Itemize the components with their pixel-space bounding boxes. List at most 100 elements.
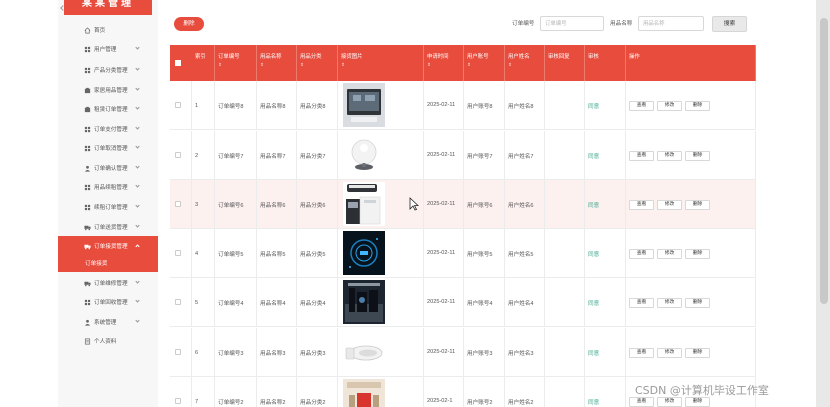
delete-row-button[interactable]: 删除 [685,298,710,308]
view-button[interactable]: 查看 [629,200,654,210]
grid-icon [84,184,91,191]
product-image[interactable] [343,379,385,407]
sidebar-item-10[interactable]: 订单送货管理 [58,217,158,237]
view-button[interactable]: 查看 [629,348,654,358]
col-order-header[interactable]: 订单编号 ⇕ [215,45,257,81]
chevron-down-icon [135,125,140,130]
product-image[interactable] [343,280,385,324]
col-reply-header[interactable]: 审核回复 [545,45,585,81]
chevron-down-icon [135,298,140,303]
edit-button[interactable]: 修改 [657,200,682,210]
edit-button[interactable]: 修改 [657,298,682,308]
cell-text: 1 [195,102,199,109]
audit-reply-cell [545,229,585,278]
table-row[interactable]: 2 订单编号7 用品名称7 用品分类7 2025-02-11 用户账号7 用户姓名7 同意 查看… [170,131,756,180]
sidebar-item-2[interactable]: 产品分类管理 [58,60,158,80]
sort-icon[interactable]: ⇕ [508,61,544,69]
view-button[interactable]: 查看 [629,397,654,407]
delete-row-button[interactable]: 删除 [685,397,710,407]
product-image[interactable] [343,83,385,127]
col-name-header[interactable]: 用品名称 ⇕ [257,45,297,81]
table-row[interactable]: 1 订单编号8 用品名称8 用品分类8 2025-02-11 用户账号8 用户姓名8 同意 查看… [170,81,756,130]
col-uname-header[interactable]: 用户姓名 ⇕ [505,45,545,81]
col-idx-header[interactable]: 索引 [192,45,215,81]
sidebar-item-1[interactable]: 用户管理 [58,39,158,59]
checkbox-cell [170,180,192,229]
view-button[interactable]: 查看 [629,298,654,308]
col-audit-header[interactable]: 审核 [585,45,626,81]
order-no-input[interactable] [540,16,604,31]
col-cat-header[interactable]: 用品分类 ⇕ [297,45,338,81]
view-button[interactable]: 查看 [629,151,654,161]
select-all-checkbox[interactable] [175,60,181,66]
user-account-cell: 用户账号5 [464,229,505,278]
sidebar-item-8[interactable]: 用品续租管理 [58,177,158,197]
sort-icon[interactable]: ⇕ [260,61,296,69]
item-name-input[interactable] [638,16,704,31]
sort-icon[interactable]: ⇕ [300,61,337,69]
delete-row-button[interactable]: 删除 [685,200,710,210]
col-image-header[interactable]: 接货图片 ⇕ [338,45,424,81]
sidebar-item-7[interactable]: 订单确认管理 [58,158,158,178]
sidebar-item-5[interactable]: 订单支付管理 [58,119,158,139]
scrollbar-thumb[interactable] [820,18,828,304]
delete-button[interactable]: 删除 [174,17,204,31]
apply-time-cell: 2025-02-11 [424,229,464,278]
table-row[interactable]: 3 订单编号6 用品名称6 用品分类6 2025-02-11 用户账号6 用户姓名6 同意 查看… [170,180,756,229]
sidebar-item-13[interactable]: 订单回收管理 [58,292,158,312]
table-row[interactable]: 4 订单编号5 用品名称5 用品分类5 2025-02-11 用户账号5 用户姓名5 同意 查看… [170,229,756,278]
scrollbar-track[interactable] [816,0,830,407]
chevron-down-icon [135,164,140,169]
sidebar-item-14[interactable]: 系统管理 [58,312,158,332]
item-category-cell: 用品分类8 [297,81,338,130]
index-cell: 7 [192,377,215,407]
product-image[interactable] [343,330,385,374]
edit-button[interactable]: 修改 [657,101,682,111]
edit-button[interactable]: 修改 [657,348,682,358]
cell-text: 4 [195,250,199,257]
sidebar-item-0[interactable]: 首页 [58,20,158,40]
sidebar-subitem-order-receive[interactable]: 订单接货 [58,256,158,272]
search-button[interactable]: 搜索 [712,16,747,32]
edit-button[interactable]: 修改 [657,151,682,161]
col-ops-header[interactable]: 操作 [626,45,756,81]
delete-row-button[interactable]: 删除 [685,348,710,358]
product-image[interactable] [343,133,385,177]
apply-time-cell: 2025-02-11 [424,328,464,377]
sidebar-item-15[interactable]: 个人资料 [58,331,158,351]
sidebar-item-3[interactable]: 家居用品管理 [58,80,158,100]
order-no-cell: 订单编号6 [215,180,257,229]
col-time-header[interactable]: 申请时间 ⇕ [424,45,464,81]
sidebar-item-11[interactable]: 订单接货管理 [58,236,158,256]
sort-icon[interactable]: ⇕ [467,61,504,69]
order-no-label: 订单编号 [512,21,535,27]
table-row[interactable]: 6 订单编号3 用品名称3 用品分类3 2025-02-11 用户账号3 用户姓名3 同意 查看… [170,328,756,377]
sidebar-item-6[interactable]: 订单取消管理 [58,138,158,158]
apply-time-cell: 2025-02-11 [424,131,464,180]
sidebar-item-label: 订单接货管理 [94,244,128,250]
delete-row-button[interactable]: 删除 [685,101,710,111]
audit-status-cell: 同意 [585,278,626,327]
cell-text: 用品名称7 [260,153,286,160]
table-row[interactable]: 5 订单编号4 用品名称4 用品分类4 2025-02-11 用户账号4 用户姓名4 同意 查看… [170,278,756,327]
product-image[interactable] [343,231,385,275]
watermark: CSDN @计算机毕设工作室 [635,384,769,397]
sidebar-item-4[interactable]: 租赁订单管理 [58,99,158,119]
sort-icon[interactable]: ⇕ [341,61,423,69]
sidebar-item-9[interactable]: 续租订单管理 [58,197,158,217]
delete-row-button[interactable]: 删除 [685,249,710,259]
view-button[interactable]: 查看 [629,101,654,111]
sidebar-item-label: 订单确认管理 [94,166,128,172]
sort-icon[interactable]: ⇕ [427,61,463,69]
edit-button[interactable]: 修改 [657,249,682,259]
sort-icon[interactable]: ⇕ [218,61,256,69]
user-name-cell: 用户姓名8 [505,81,545,130]
sidebar-item-12[interactable]: 订单维修管理 [58,273,158,293]
user-account-cell: 用户账号6 [464,180,505,229]
view-button[interactable]: 查看 [629,249,654,259]
delete-row-button[interactable]: 删除 [685,151,710,161]
product-image[interactable] [343,182,385,226]
col-account-header[interactable]: 用户账号 ⇕ [464,45,505,81]
edit-button[interactable]: 修改 [657,397,682,407]
checkbox-cell [170,229,192,278]
